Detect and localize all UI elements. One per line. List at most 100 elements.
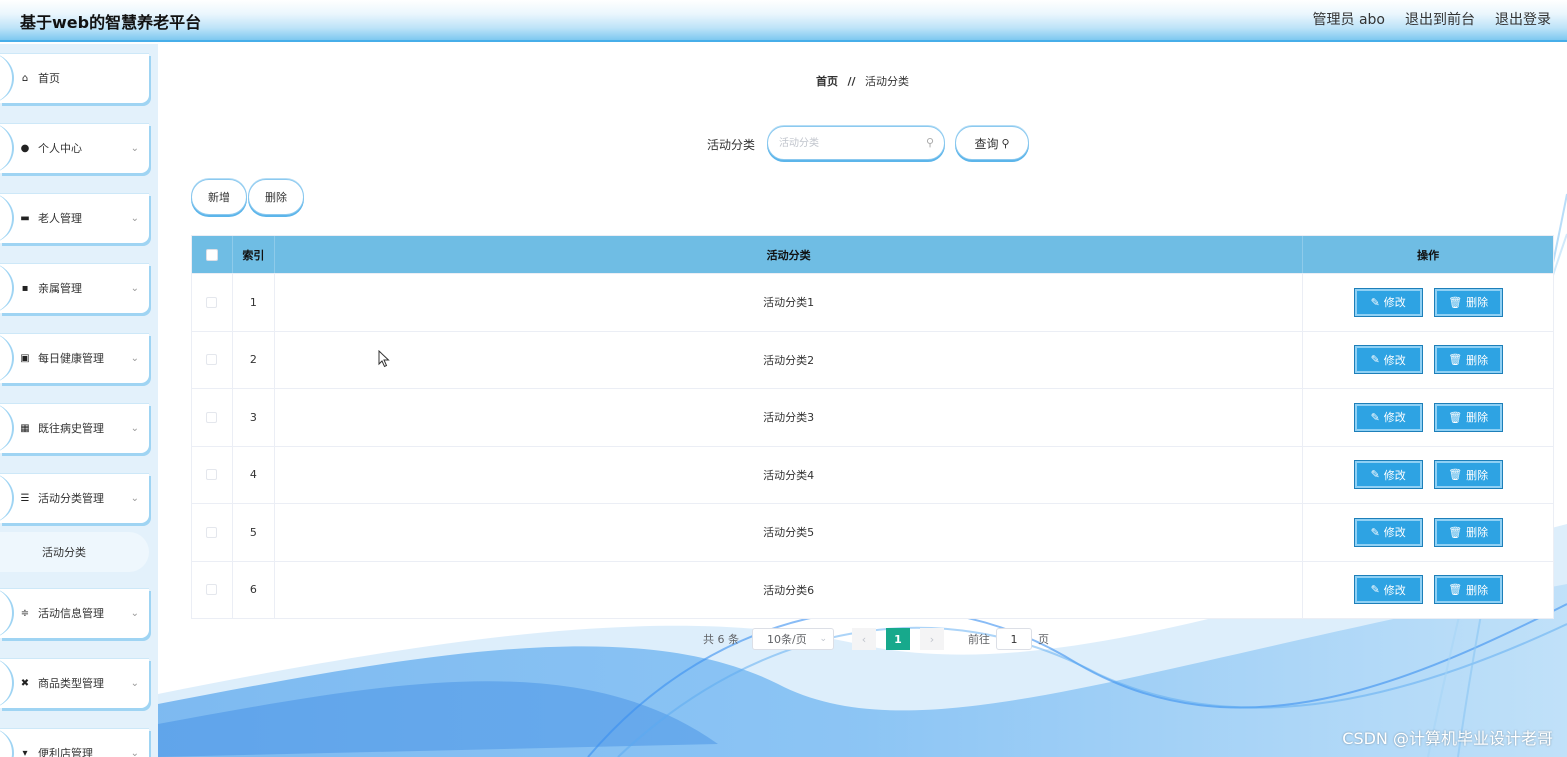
chevron-left-icon: ‹ (861, 632, 867, 646)
header-actions: 管理员 abo 退出到前台 退出登录 (1313, 9, 1551, 29)
edit-button[interactable]: ✎ 修改 (1353, 517, 1423, 547)
row-actions: ✎ 修改 🗑 删除 (1303, 504, 1553, 561)
sidebar-item-personal-center[interactable]: ● 个人中心 ⌄ (0, 123, 149, 173)
batch-delete-button[interactable]: 删除 (248, 179, 304, 215)
sidebar-item-elder-management[interactable]: ▬ 老人管理 ⌄ (0, 193, 149, 243)
row-name: 活动分类4 (275, 446, 1304, 503)
clipboard-icon: ▣ (20, 352, 30, 364)
sidebar-item-relative-management[interactable]: ▪ 亲属管理 ⌄ (0, 263, 149, 313)
edit-icon: ✎ (1370, 525, 1380, 539)
edit-label: 修改 (1383, 411, 1406, 425)
delete-button[interactable]: 🗑 删除 (1433, 345, 1503, 375)
delete-button[interactable]: 🗑 删除 (1433, 575, 1503, 605)
breadcrumb-current: 活动分类 (865, 75, 910, 88)
watermark: CSDN @计算机毕业设计老哥 (1342, 729, 1553, 748)
row-checkbox[interactable] (206, 354, 218, 366)
delete-label: 删除 (1466, 583, 1489, 597)
row-actions: ✎ 修改 🗑 删除 (1303, 332, 1553, 389)
select-all-checkbox[interactable] (205, 248, 218, 261)
row-name: 活动分类1 (275, 274, 1304, 331)
edit-button[interactable]: ✎ 修改 (1353, 287, 1423, 317)
sidebar-item-label: 亲属管理 (38, 282, 82, 295)
table-row: 6 活动分类6 ✎ 修改 🗑 删除 (192, 560, 1553, 618)
sidebar-item-store[interactable]: ▾ 便利店管理 ⌄ (0, 728, 149, 757)
pagination: 共 6 条 10条/页 ⌄ ‹ 1 › 前往 1 页 (703, 628, 1049, 650)
sidebar-item-activity-info[interactable]: ≑ 活动信息管理 ⌄ (0, 588, 149, 638)
prev-page-button[interactable]: ‹ (852, 628, 876, 650)
header-name: 活动分类 (275, 236, 1304, 273)
sliders-icon: ≑ (20, 607, 30, 619)
table-row: 1 活动分类1 ✎ 修改 🗑 删除 (192, 273, 1553, 331)
sidebar-item-label: 每日健康管理 (38, 352, 104, 365)
chevron-down-icon: ⌄ (130, 607, 139, 619)
edit-button[interactable]: ✎ 修改 (1353, 402, 1423, 432)
sidebar-item-daily-health[interactable]: ▣ 每日健康管理 ⌄ (0, 333, 149, 383)
breadcrumb: 首页 // 活动分类 (158, 73, 1567, 89)
row-checkbox[interactable] (206, 469, 218, 481)
edit-button[interactable]: ✎ 修改 (1353, 460, 1423, 490)
edit-icon: ✎ (1370, 410, 1380, 424)
delete-button[interactable]: 🗑 删除 (1433, 517, 1503, 547)
goto-page-input[interactable]: 1 (996, 628, 1032, 650)
card-icon: ▪ (21, 282, 29, 294)
logout-link[interactable]: 退出登录 (1495, 9, 1551, 29)
edit-button[interactable]: ✎ 修改 (1353, 575, 1423, 605)
row-actions: ✎ 修改 🗑 删除 (1303, 447, 1553, 504)
sidebar: ⌂ 首页 ● 个人中心 ⌄ ▬ 老人管理 ⌄ ▪ 亲属管理 ⌄ ▣ 每日健康管理… (0, 44, 158, 757)
current-user: 管理员 abo (1312, 12, 1385, 28)
header-ops: 操作 (1417, 248, 1440, 262)
row-checkbox[interactable] (206, 411, 218, 423)
query-button[interactable]: 查询 ⚲ (955, 126, 1029, 160)
search-label: 活动分类 (707, 138, 756, 152)
page-size-select[interactable]: 10条/页 ⌄ (752, 628, 834, 650)
sidebar-item-product-type[interactable]: ✖ 商品类型管理 ⌄ (0, 658, 149, 708)
submenu-item-activity-category[interactable]: 活动分类 (0, 532, 149, 572)
breadcrumb-home[interactable]: 首页 (816, 75, 838, 88)
sidebar-item-label: 商品类型管理 (38, 677, 104, 690)
header-index: 索引 (233, 236, 275, 273)
row-checkbox[interactable] (206, 584, 218, 596)
row-checkbox[interactable] (206, 526, 218, 538)
sidebar-item-label: 个人中心 (38, 142, 82, 155)
search-input[interactable] (768, 127, 908, 159)
grid-icon: ▦ (20, 422, 30, 434)
next-page-button[interactable]: › (920, 628, 944, 650)
delete-button[interactable]: 🗑 删除 (1433, 460, 1503, 490)
edit-label: 修改 (1383, 526, 1406, 540)
row-index: 5 (233, 504, 275, 561)
chevron-down-icon: ⌄ (130, 677, 139, 689)
row-checkbox-cell (192, 274, 233, 331)
delete-label: 删除 (1466, 411, 1489, 425)
row-name: 活动分类3 (275, 389, 1304, 446)
top-header: 基于web的智慧养老平台 管理员 abo 退出到前台 退出登录 (0, 0, 1567, 42)
mouse-cursor-icon (378, 350, 390, 368)
sidebar-item-activity-category[interactable]: ☰ 活动分类管理 ⌄ (0, 473, 149, 523)
sidebar-item-label: 既往病史管理 (38, 422, 104, 435)
search-field[interactable]: ⚲ (767, 126, 945, 160)
row-index: 3 (233, 389, 275, 446)
user-icon: ● (20, 142, 30, 154)
row-checkbox-cell (192, 561, 233, 618)
row-name: 活动分类6 (275, 561, 1304, 618)
table-row: 2 活动分类2 ✎ 修改 🗑 删除 (192, 330, 1553, 389)
sidebar-item-home[interactable]: ⌂ 首页 (0, 53, 149, 103)
exit-to-front-link[interactable]: 退出到前台 (1405, 9, 1475, 29)
delete-label: 删除 (1466, 468, 1489, 482)
row-index: 6 (233, 561, 275, 618)
add-button[interactable]: 新增 (191, 179, 247, 215)
edit-button[interactable]: ✎ 修改 (1353, 345, 1423, 375)
sidebar-item-medical-history[interactable]: ▦ 既往病史管理 ⌄ (0, 403, 149, 453)
delete-button[interactable]: 🗑 删除 (1433, 402, 1503, 432)
search-icon: ⚲ (925, 136, 934, 149)
page-number-current[interactable]: 1 (886, 628, 910, 650)
edit-label: 修改 (1383, 296, 1406, 310)
chevron-down-icon: ⌄ (130, 352, 139, 364)
row-checkbox[interactable] (206, 296, 218, 308)
submenu-item-label: 活动分类 (42, 546, 86, 559)
row-index: 4 (233, 446, 275, 503)
edit-label: 修改 (1383, 583, 1406, 597)
chevron-down-icon: ⌄ (130, 142, 139, 154)
edit-icon: ✎ (1370, 353, 1380, 367)
delete-button[interactable]: 🗑 删除 (1433, 287, 1503, 317)
row-checkbox-cell (192, 504, 233, 561)
